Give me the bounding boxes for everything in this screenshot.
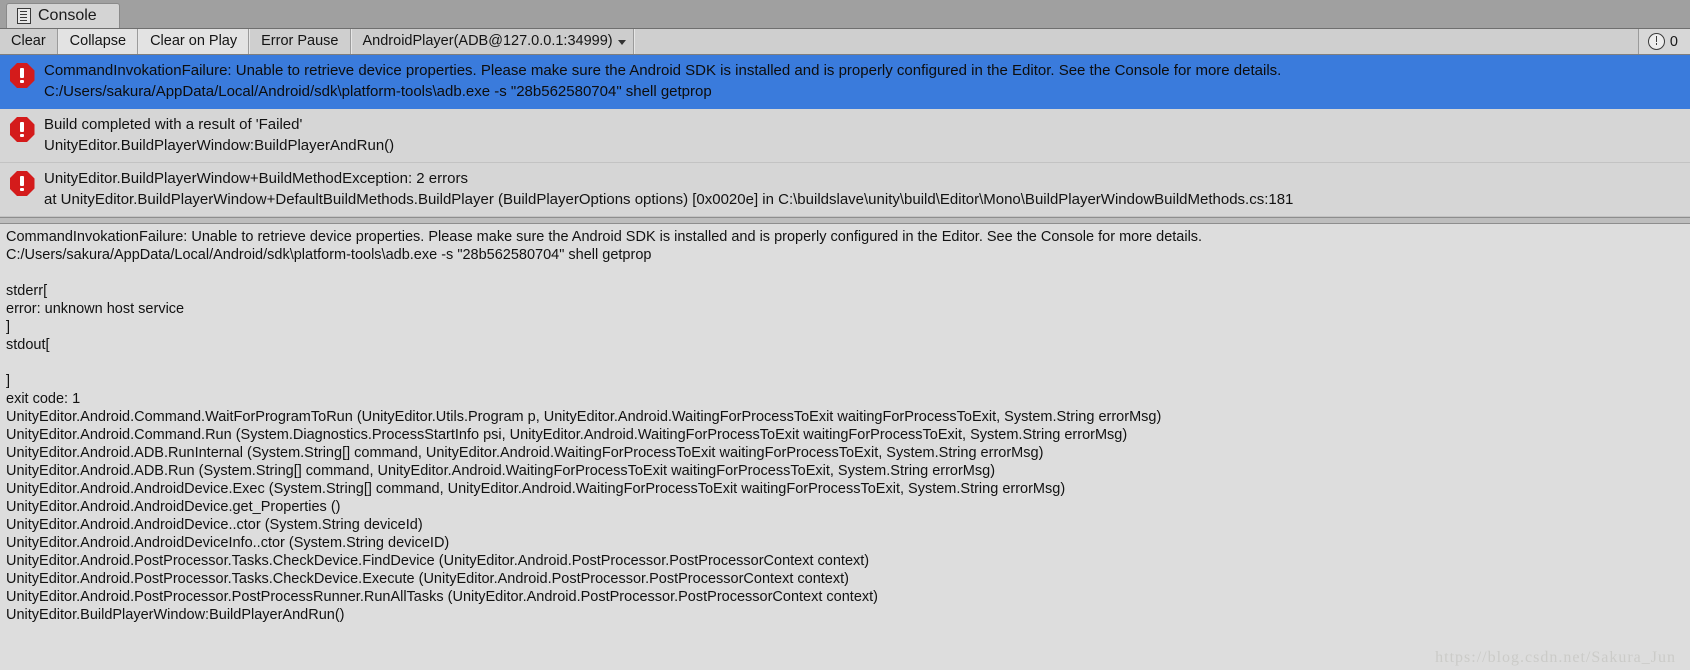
warning-circle-icon: [1647, 33, 1665, 50]
log-detail-line: UnityEditor.Android.Command.WaitForProgr…: [6, 409, 1162, 425]
log-detail-line: [6, 264, 1684, 282]
log-detail-line: ]: [6, 319, 11, 335]
log-detail-line: UnityEditor.Android.PostProcessor.Tasks.…: [6, 553, 870, 569]
log-detail-line: UnityEditor.Android.AndroidDevice..ctor …: [6, 517, 423, 533]
clear-on-play-toggle[interactable]: Clear on Play: [138, 29, 250, 54]
log-detail-line: UnityEditor.Android.PostProcessor.Tasks.…: [6, 571, 849, 587]
chevron-down-icon: [617, 39, 626, 45]
pane-splitter[interactable]: [0, 217, 1690, 224]
log-detail-line: UnityEditor.Android.ADB.RunInternal (Sys…: [6, 445, 1044, 461]
log-entry[interactable]: Build completed with a result of 'Failed…: [0, 109, 1690, 163]
log-entry[interactable]: UnityEditor.BuildPlayerWindow+BuildMetho…: [0, 163, 1690, 217]
log-detail-line: UnityEditor.Android.PostProcessor.PostPr…: [6, 589, 879, 605]
console-body: CommandInvokationFailure: Unable to retr…: [0, 55, 1690, 670]
warning-count-value: 0: [1669, 33, 1678, 50]
console-icon: [17, 8, 31, 24]
log-detail-line: stderr[: [6, 283, 48, 299]
log-detail-line: [6, 354, 1684, 372]
log-detail-line: UnityEditor.Android.Command.Run (System.…: [6, 427, 1128, 443]
console-window: Console Clear Collapse Clear on Play Err…: [0, 0, 1690, 670]
error-icon: [9, 63, 35, 88]
log-entry-text: Build completed with a result of 'Failed…: [44, 114, 1690, 156]
log-entry-text: CommandInvokationFailure: Unable to retr…: [44, 60, 1690, 102]
log-detail-line: UnityEditor.Android.AndroidDevice.get_Pr…: [6, 499, 341, 515]
log-detail-line: UnityEditor.Android.ADB.Run (System.Stri…: [6, 463, 996, 479]
log-entry-icon-wrap: [0, 114, 44, 142]
log-detail-line: C:/Users/sakura/AppData/Local/Android/sd…: [6, 247, 652, 263]
tab-console[interactable]: Console: [6, 3, 120, 28]
log-entry[interactable]: CommandInvokationFailure: Unable to retr…: [0, 55, 1690, 109]
log-entry-text: UnityEditor.BuildPlayerWindow+BuildMetho…: [44, 168, 1690, 210]
log-entry-line-2: at UnityEditor.BuildPlayerWindow+Default…: [44, 191, 1294, 208]
connection-target-dropdown[interactable]: AndroidPlayer(ADB@127.0.0.1:34999): [350, 29, 634, 54]
collapse-toggle[interactable]: Collapse: [57, 29, 139, 54]
log-detail-line: UnityEditor.BuildPlayerWindow:BuildPlaye…: [6, 607, 345, 623]
log-detail-line: CommandInvokationFailure: Unable to retr…: [6, 229, 1203, 245]
log-detail-line: stdout[: [6, 337, 50, 353]
log-detail-line: UnityEditor.Android.AndroidDeviceInfo..c…: [6, 535, 450, 551]
log-entry-line-1: UnityEditor.BuildPlayerWindow+BuildMetho…: [44, 170, 468, 187]
log-detail-line: error: unknown host service: [6, 301, 185, 317]
error-icon: [9, 171, 35, 196]
log-detail-pane[interactable]: CommandInvokationFailure: Unable to retr…: [0, 224, 1690, 670]
log-entry-line-2: C:/Users/sakura/AppData/Local/Android/sd…: [44, 83, 712, 100]
log-detail-line: ]: [6, 373, 11, 389]
log-entry-list[interactable]: CommandInvokationFailure: Unable to retr…: [0, 55, 1690, 217]
log-entry-line-1: Build completed with a result of 'Failed…: [44, 116, 303, 133]
warning-count-indicator[interactable]: 0: [1637, 29, 1690, 54]
console-toolbar: Clear Collapse Clear on Play Error Pause…: [0, 29, 1690, 55]
log-entry-line-2: UnityEditor.BuildPlayerWindow:BuildPlaye…: [44, 137, 395, 154]
log-entry-icon-wrap: [0, 168, 44, 196]
log-entry-icon-wrap: [0, 60, 44, 88]
log-entry-line-1: CommandInvokationFailure: Unable to retr…: [44, 62, 1282, 79]
log-detail-text: CommandInvokationFailure: Unable to retr…: [6, 228, 1684, 624]
error-icon: [9, 117, 35, 142]
tab-bar: Console: [0, 0, 1690, 29]
log-detail-line: exit code: 1: [6, 391, 81, 407]
toolbar-spacer: [633, 29, 1638, 54]
connection-target-label: AndroidPlayer(ADB@127.0.0.1:34999): [362, 33, 613, 50]
tab-console-label: Console: [38, 7, 97, 24]
error-pause-toggle[interactable]: Error Pause: [249, 29, 351, 54]
log-detail-line: UnityEditor.Android.AndroidDevice.Exec (…: [6, 481, 1066, 497]
clear-button[interactable]: Clear: [0, 29, 58, 54]
watermark: https://blog.csdn.net/Sakura_Jun: [1435, 649, 1676, 666]
